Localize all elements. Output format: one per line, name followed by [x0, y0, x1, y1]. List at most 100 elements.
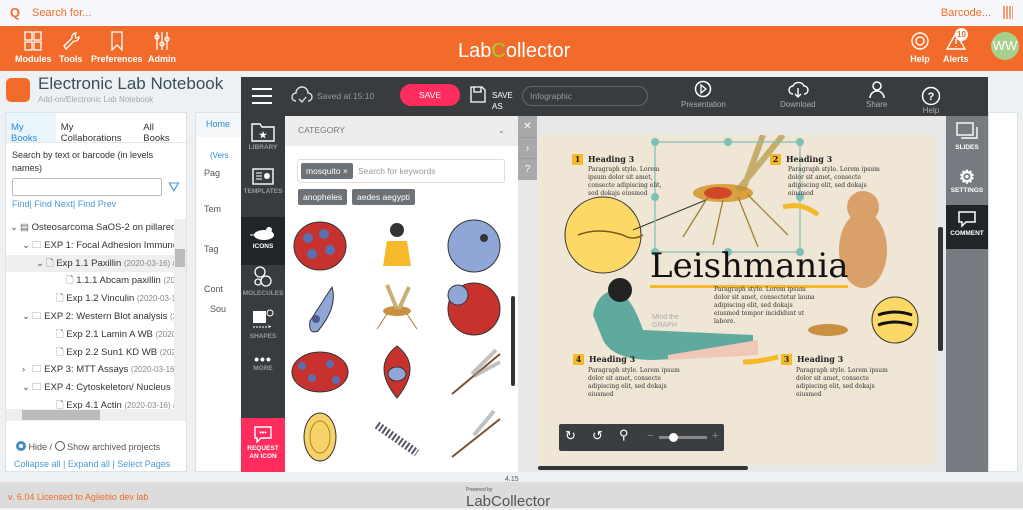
filter-icon[interactable]: ⛛	[168, 179, 180, 196]
help-button[interactable]: Help	[910, 31, 930, 64]
canvas-scrollbar[interactable]	[938, 227, 943, 351]
tree-item[interactable]: ⌄ 🗀 EXP 1: Focal Adhesion Immunofl	[6, 237, 174, 255]
barcode-icon[interactable]	[1003, 6, 1013, 19]
icon-thumbnail[interactable]	[444, 405, 504, 465]
icon-thumbnail[interactable]	[367, 279, 427, 339]
preferences-button[interactable]: Preferences	[91, 31, 143, 64]
nav-library[interactable]: ★ LIBRARY	[241, 122, 285, 151]
tree-arrow-icon[interactable]: ⌄	[22, 237, 32, 255]
suggestion-chip[interactable]: aedes aegypti	[352, 189, 415, 205]
zoom-slider[interactable]	[659, 433, 707, 442]
tree-vertical-scrollbar[interactable]	[174, 219, 186, 409]
presentation-button[interactable]: Presentation	[681, 80, 726, 109]
tab-my-collaborations[interactable]: My Collaborations	[56, 113, 138, 144]
section-pages[interactable]: Pag	[204, 168, 236, 178]
icon-thumbnail[interactable]	[444, 342, 504, 402]
tree-arrow-icon[interactable]: ›	[22, 361, 32, 379]
undo-icon[interactable]: ↺	[592, 428, 603, 444]
tree-item[interactable]: 🗋 Exp 4.1 Actin (2020-03-16) #266	[6, 397, 174, 409]
admin-button[interactable]: Admin	[148, 31, 176, 64]
icon-thumbnail[interactable]	[290, 279, 350, 339]
tree-arrow-icon[interactable]: ⌄	[22, 379, 32, 397]
save-as-button[interactable]: SAVE AS	[492, 90, 516, 112]
tree-item[interactable]: ⌄ ▤ Osteosarcoma SaOS-2 on pillared b	[6, 219, 174, 237]
modules-button[interactable]: Modules	[15, 31, 52, 64]
suggestion-chip[interactable]: anopheles	[298, 189, 348, 205]
nav-icons[interactable]: ICONS	[241, 217, 285, 265]
version-link[interactable]: (Vers	[196, 137, 244, 160]
tree-arrow-icon[interactable]: ⌄	[22, 308, 32, 326]
keyword-chip[interactable]: mosquito ×	[301, 163, 353, 179]
comment-button[interactable]: COMMENT	[946, 205, 988, 249]
icon-thumbnail[interactable]	[367, 405, 427, 465]
alerts-button[interactable]: 10 Alerts	[943, 28, 969, 64]
icon-thumbnail[interactable]	[444, 216, 504, 276]
nav-templates[interactable]: TEMPLATES	[241, 168, 285, 195]
help-editor-button[interactable]: ? Help	[921, 86, 941, 115]
paragraph-4[interactable]: Paragraph style. Lorem ipsum dolor sit a…	[588, 367, 688, 399]
barcode-input[interactable]: Barcode...	[941, 7, 991, 19]
expand-all-link[interactable]: Expand all	[68, 459, 110, 469]
find-next-link[interactable]: Find Next	[34, 199, 73, 209]
title-input[interactable]: Infographic	[522, 86, 648, 106]
icon-thumbnail[interactable]	[290, 216, 350, 276]
panel-help-icon[interactable]: ?	[518, 158, 537, 179]
collapse-panel-icon[interactable]: ›	[518, 137, 537, 158]
category-dropdown[interactable]: CATEGORY ⌄	[285, 116, 518, 146]
keyword-search-input[interactable]: mosquito × Search for keywords	[297, 159, 505, 183]
icon-thumbnail[interactable]	[290, 405, 350, 465]
icon-thumbnail[interactable]	[290, 342, 350, 402]
user-avatar[interactable]: WW	[991, 32, 1019, 60]
hide-archived-radio[interactable]	[16, 441, 26, 451]
section-templates[interactable]: Tem	[204, 204, 236, 214]
infographic-canvas[interactable]: 1 Heading 3 Paragraph style. Lorem ipsum …	[538, 135, 936, 465]
tab-my-books[interactable]: My Books	[6, 113, 56, 144]
collapse-all-link[interactable]: Collapse all	[14, 459, 61, 469]
source-button[interactable]: Sou	[210, 304, 230, 314]
tree-item[interactable]: 🗋 Exp 1.2 Vinculin (2020-03-16) #268	[6, 290, 174, 308]
find-link[interactable]: Find	[12, 199, 30, 209]
zoom-icon[interactable]: ⚲	[619, 427, 629, 443]
search-icon[interactable]: Q	[10, 5, 20, 20]
tree-horizontal-scrollbar[interactable]	[6, 409, 186, 421]
paragraph-1[interactable]: Paragraph style. Lorem ipsum dolor sit a…	[588, 166, 668, 198]
nav-shapes[interactable]: SHAPES	[241, 309, 285, 340]
infographic-title[interactable]: Leishmania	[650, 247, 849, 288]
tree-item[interactable]: 🗋 Exp 2.2 Sun1 KD WB (2020-03-16)	[6, 344, 174, 362]
show-archived-radio[interactable]	[54, 441, 65, 451]
paragraph-2[interactable]: Paragraph style. Lorem ipsum dolor sit a…	[788, 166, 888, 198]
global-search-input[interactable]: Search for...	[32, 7, 91, 19]
tree-arrow-icon[interactable]: ⌄	[36, 255, 46, 273]
request-icon-button[interactable]: ••• REQUEST AN ICON	[241, 418, 285, 472]
share-button[interactable]: Share	[866, 80, 887, 109]
tools-button[interactable]: Tools	[59, 31, 82, 64]
select-pages-link[interactable]: Select Pages	[117, 459, 170, 469]
center-paragraph[interactable]: Paragraph style. Lorem ipsum dolor sit a…	[714, 286, 819, 326]
tree-item[interactable]: ⌄🗋 Exp 1.1 Paxillin (2020-03-16) #267	[6, 254, 174, 273]
menu-icon[interactable]	[252, 88, 272, 104]
tree-item[interactable]: ⌄ 🗀 EXP 4: Cytoskeleton/ Nucleus Im	[6, 379, 174, 397]
tree-arrow-icon[interactable]: ⌄	[10, 219, 20, 237]
nav-molecules[interactable]: MOLECULES	[241, 266, 285, 297]
tree-item[interactable]: 🗋 Exp 2.1 Lamin A WB (2020-03-16)	[6, 326, 174, 344]
icon-thumbnail[interactable]	[367, 216, 427, 276]
save-button[interactable]: SAVE	[400, 84, 460, 106]
tree-item[interactable]: 🗋 1.1.1 Abcam paxillin (2020-03-16)	[6, 272, 174, 290]
paragraph-3[interactable]: Paragraph style. Lorem ipsum dolor sit a…	[796, 367, 896, 399]
tree-item[interactable]: ⌄🗀 EXP 2: Western Blot analysis (2020-03…	[6, 308, 174, 326]
settings-button[interactable]: ⚙ SETTINGS	[946, 167, 988, 194]
labcollector-logo[interactable]: LabCollector	[458, 40, 570, 63]
tree-item[interactable]: ›🗀 EXP 3: MTT Assays (2020-03-16) #1	[6, 361, 174, 379]
download-button[interactable]: Download	[780, 80, 816, 109]
section-tags[interactable]: Tag	[204, 244, 236, 254]
find-prev-link[interactable]: Find Prev	[78, 199, 117, 209]
section-content[interactable]: Cont	[204, 284, 236, 294]
icon-thumbnail[interactable]	[444, 279, 504, 339]
icon-thumbnail[interactable]	[367, 342, 427, 402]
nav-more[interactable]: ••• MORE	[241, 352, 285, 372]
close-panel-icon[interactable]: ✕	[518, 116, 537, 137]
breadcrumb-home[interactable]: Home	[196, 113, 244, 137]
redo-icon[interactable]: ↻	[565, 428, 576, 444]
icon-grid-scrollbar[interactable]	[511, 296, 515, 386]
canvas-h-scrollbar[interactable]	[538, 466, 748, 470]
